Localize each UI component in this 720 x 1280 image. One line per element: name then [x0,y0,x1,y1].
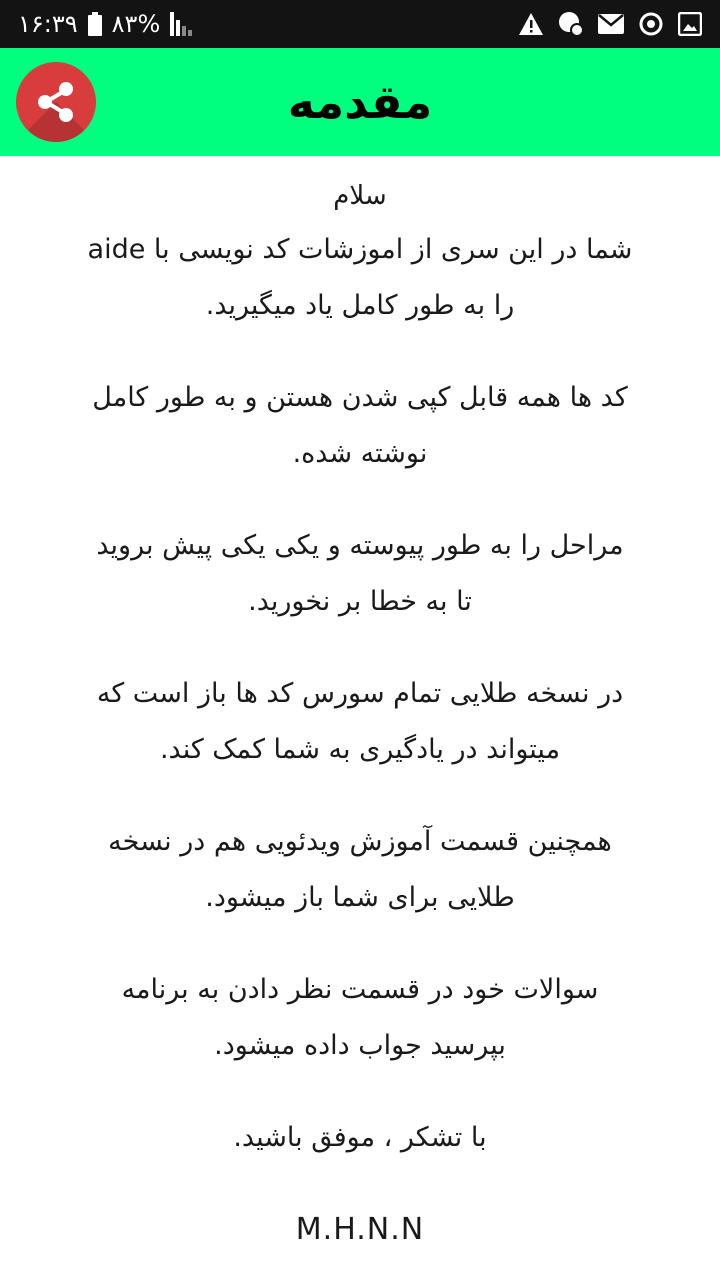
paragraph: با تشکر ، موفق باشید. [233,1122,487,1153]
paragraph: کد ها همه قابل کپی شدن هستن و به طور کام… [92,382,628,469]
app-bar: مقدمه [0,48,720,156]
share-icon [38,82,73,122]
sync-icon [638,11,664,37]
image-icon [678,12,702,36]
status-left: ۱۶:۳۹ ۸۳% [18,0,196,48]
clock: ۱۶:۳۹ [18,10,78,38]
game-notification-icon [558,11,584,37]
signature: M.H.N.N [295,1212,425,1247]
battery-icon [87,12,102,36]
battery-level: ۸۳% [111,10,161,38]
warning-icon [518,12,544,36]
paragraph: سوالات خود در قسمت نظر دادن به برنامه بپ… [121,974,599,1061]
paragraph: مراحل را به طور پیوسته و یکی یکی پیش برو… [96,530,624,617]
greeting: سلام [333,181,387,211]
page-title: مقدمه [287,75,433,129]
intro-content: سلام شما در این سری از اموزشات کد نویسی … [40,170,680,1258]
share-button[interactable] [16,62,96,142]
paragraph: در نسخه طلایی تمام سورس کد ها باز است که… [96,678,624,765]
status-right [518,0,702,48]
mail-icon [598,14,624,34]
paragraph: شما در این سری از اموزشات کد نویسی با ai… [87,234,633,321]
paragraph: همچنین قسمت آموزش ویدئویی هم در نسخه طلا… [108,826,612,913]
signal-icon [170,12,196,36]
status-bar: ۱۶:۳۹ ۸۳% [0,0,720,48]
